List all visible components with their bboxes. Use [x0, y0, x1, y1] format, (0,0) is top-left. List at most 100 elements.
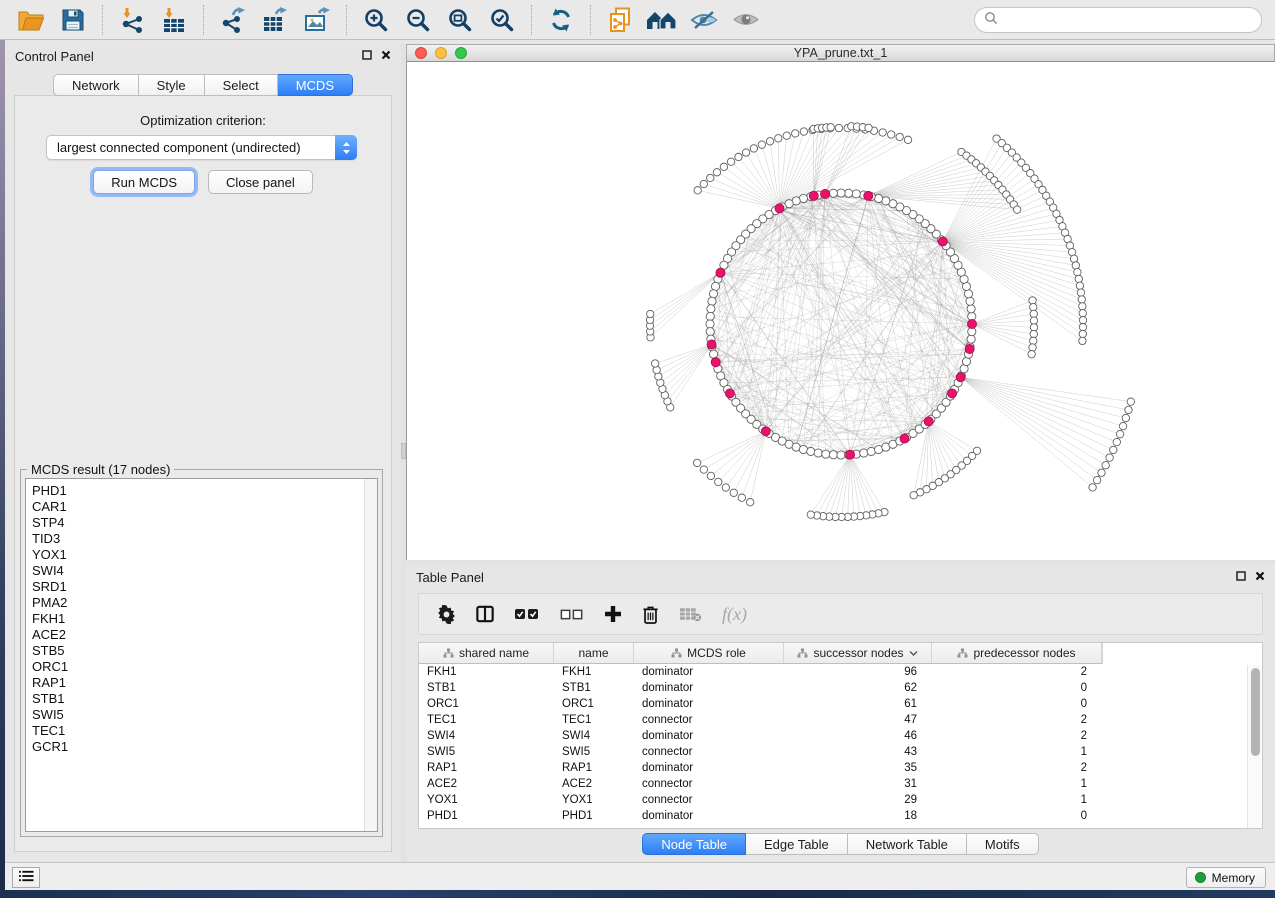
- toggle-column-panel-icon[interactable]: [476, 605, 494, 623]
- graph-leaf-node[interactable]: [722, 484, 729, 491]
- graph-node[interactable]: [799, 445, 807, 453]
- graph-node[interactable]: [860, 449, 868, 457]
- hide-selected-icon[interactable]: [686, 3, 722, 37]
- column-header-shared-name[interactable]: shared name: [419, 643, 554, 663]
- search-input[interactable]: [998, 10, 1261, 30]
- network-canvas[interactable]: [406, 62, 1275, 560]
- float-panel-icon[interactable]: [362, 47, 372, 65]
- create-column-plus-icon[interactable]: [604, 605, 622, 623]
- graph-node[interactable]: [867, 447, 875, 455]
- mcds-list-item[interactable]: SRD1: [32, 579, 377, 595]
- table-row[interactable]: SWI4SWI4dominator462: [419, 728, 1262, 744]
- import-table-icon[interactable]: [156, 3, 192, 37]
- graph-mcds-node[interactable]: [775, 204, 784, 213]
- graph-mcds-node[interactable]: [707, 340, 716, 349]
- network-window-titlebar[interactable]: YPA_prune.txt_1: [406, 44, 1275, 62]
- mcds-list-item[interactable]: CAR1: [32, 499, 377, 515]
- column-header-MCDS-role[interactable]: MCDS role: [634, 643, 784, 663]
- mcds-list-item[interactable]: GCR1: [32, 739, 377, 755]
- zoom-out-icon[interactable]: [400, 3, 436, 37]
- zoom-in-icon[interactable]: [358, 3, 394, 37]
- graph-leaf-node[interactable]: [720, 163, 727, 170]
- graph-leaf-node[interactable]: [827, 124, 834, 131]
- column-header-name[interactable]: name: [554, 643, 634, 663]
- graph-leaf-node[interactable]: [783, 132, 790, 139]
- close-panel-icon[interactable]: [1255, 568, 1265, 586]
- graph-leaf-node[interactable]: [707, 174, 714, 181]
- graph-leaf-node[interactable]: [1030, 330, 1037, 337]
- mcds-list-item[interactable]: SWI5: [32, 707, 377, 723]
- graph-node[interactable]: [822, 450, 830, 458]
- graph-node[interactable]: [706, 328, 714, 336]
- tab-network[interactable]: Network: [53, 74, 139, 96]
- tab-style[interactable]: Style: [139, 74, 205, 96]
- tab-motifs[interactable]: Motifs: [967, 833, 1039, 855]
- graph-leaf-node[interactable]: [1119, 422, 1126, 429]
- result-list-scrollbar[interactable]: [364, 479, 377, 831]
- graph-leaf-node[interactable]: [727, 158, 734, 165]
- graph-leaf-node[interactable]: [700, 180, 707, 187]
- table-row[interactable]: PHD1PHD1dominator180: [419, 808, 1262, 824]
- mcds-list-item[interactable]: FKH1: [32, 611, 377, 627]
- graph-leaf-node[interactable]: [800, 128, 807, 135]
- open-file-icon[interactable]: [13, 3, 49, 37]
- graph-leaf-node[interactable]: [1077, 289, 1084, 296]
- graph-leaf-node[interactable]: [1072, 262, 1079, 269]
- graph-mcds-node[interactable]: [924, 417, 933, 426]
- tab-mcds[interactable]: MCDS: [278, 74, 353, 96]
- graph-mcds-node[interactable]: [716, 268, 725, 277]
- memory-button[interactable]: Memory: [1186, 867, 1266, 888]
- graph-node[interactable]: [967, 305, 975, 313]
- task-history-button[interactable]: [12, 867, 40, 888]
- graph-node[interactable]: [708, 297, 716, 305]
- close-panel-button[interactable]: Close panel: [208, 170, 313, 194]
- graph-leaf-node[interactable]: [1125, 406, 1132, 413]
- export-network-icon[interactable]: [215, 3, 251, 37]
- first-neighbors-icon[interactable]: [644, 3, 680, 37]
- graph-leaf-node[interactable]: [747, 499, 754, 506]
- mcds-list-item[interactable]: PMA2: [32, 595, 377, 611]
- graph-leaf-node[interactable]: [1070, 255, 1077, 262]
- zoom-fit-icon[interactable]: [442, 3, 478, 37]
- run-mcds-button[interactable]: Run MCDS: [93, 170, 195, 194]
- graph-leaf-node[interactable]: [1113, 438, 1120, 445]
- graph-leaf-node[interactable]: [1093, 476, 1100, 483]
- table-row[interactable]: ACE2ACE2connector311: [419, 776, 1262, 792]
- column-header-successor-nodes[interactable]: successor nodes: [784, 643, 932, 663]
- graph-leaf-node[interactable]: [693, 459, 700, 466]
- mcds-result-list[interactable]: PHD1CAR1STP4TID3YOX1SWI4SRD1PMA2FKH1ACE2…: [25, 478, 378, 832]
- graph-mcds-node[interactable]: [725, 389, 734, 398]
- graph-leaf-node[interactable]: [694, 187, 701, 194]
- graph-node[interactable]: [845, 189, 853, 197]
- graph-mcds-node[interactable]: [761, 427, 770, 436]
- graph-leaf-node[interactable]: [713, 169, 720, 176]
- graph-node[interactable]: [964, 290, 972, 298]
- graph-node[interactable]: [874, 194, 882, 202]
- table-scrollbar-thumb[interactable]: [1251, 668, 1260, 756]
- graph-leaf-node[interactable]: [1030, 303, 1037, 310]
- table-row[interactable]: RAP1RAP1dominator352: [419, 760, 1262, 776]
- graph-mcds-node[interactable]: [938, 237, 947, 246]
- import-network-icon[interactable]: [114, 3, 150, 37]
- graph-leaf-node[interactable]: [738, 494, 745, 501]
- graph-mcds-node[interactable]: [956, 373, 965, 382]
- graph-leaf-node[interactable]: [865, 124, 872, 131]
- graph-mcds-node[interactable]: [948, 389, 957, 398]
- mcds-list-item[interactable]: ORC1: [32, 659, 377, 675]
- graph-leaf-node[interactable]: [1106, 454, 1113, 461]
- graph-node[interactable]: [709, 290, 717, 298]
- graph-node[interactable]: [707, 305, 715, 313]
- mcds-list-item[interactable]: STP4: [32, 515, 377, 531]
- graph-leaf-node[interactable]: [792, 130, 799, 137]
- graph-leaf-node[interactable]: [1110, 446, 1117, 453]
- table-settings-gear-icon[interactable]: [437, 605, 456, 624]
- mcds-list-item[interactable]: STB5: [32, 643, 377, 659]
- export-table-icon[interactable]: [257, 3, 293, 37]
- graph-leaf-node[interactable]: [700, 466, 707, 473]
- graph-node[interactable]: [706, 312, 714, 320]
- zoom-selected-icon[interactable]: [484, 3, 520, 37]
- table-scrollbar[interactable]: [1247, 665, 1262, 828]
- graph-mcds-node[interactable]: [965, 344, 974, 353]
- graph-leaf-node[interactable]: [730, 489, 737, 496]
- show-all-icon[interactable]: [728, 3, 764, 37]
